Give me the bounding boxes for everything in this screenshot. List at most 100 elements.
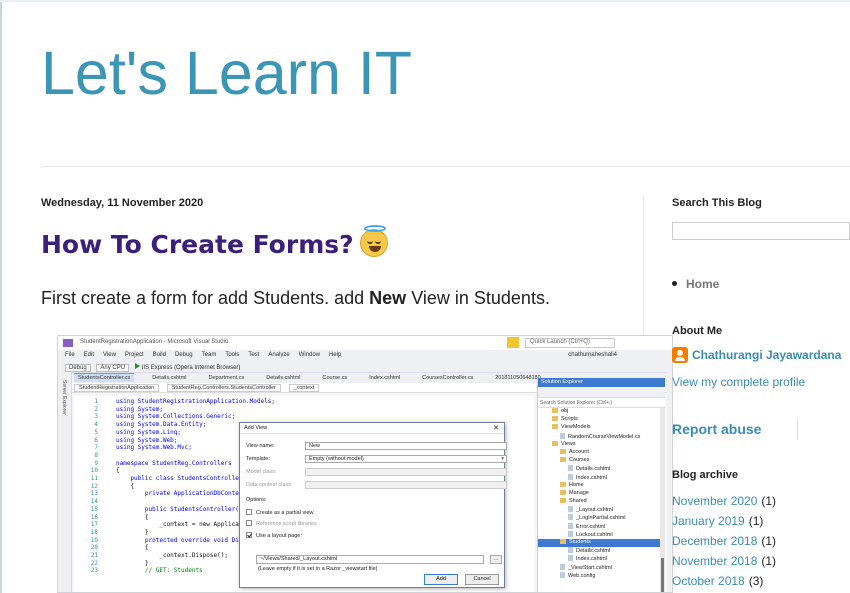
file-icon [560,432,565,439]
code-line: { [116,544,149,552]
post-screenshot-image[interactable]: StudentRegistrationApplication - Microso… [57,335,673,593]
use-layout-option: Use a layout page: [246,532,302,541]
view-profile-link[interactable]: View my complete profile [672,375,805,389]
code-line-number: 21 [90,552,98,559]
solution-tree-label: _LoginPartial.cshtml [576,515,626,522]
model-class-select [305,468,507,476]
vs-menu-test: Test [248,352,260,358]
solution-tree-item: Account [538,448,665,457]
solution-tree-item: RandomCourseViewModel.cs [538,432,665,441]
code-line: // GET: Students [116,567,203,575]
vs-menu-analyze: Analyze [268,352,290,358]
solution-explorer-scrollbar [660,408,665,592]
vs-toolbar: Debug Any CPU IIS Express (Opera Interne… [58,361,672,373]
archive-item[interactable]: December 2018 (1) [672,534,776,554]
solution-tree-item: Error.cshtml [538,522,665,531]
blog-title[interactable]: Let's Learn IT [41,38,412,108]
about-heading: About Me [672,325,723,337]
model-class-label: Model class: [246,469,277,475]
ref-scripts-label: Reference script libraries [256,521,317,527]
file-icon [560,571,565,578]
code-line: _context.Dispose(); [116,552,228,559]
template-label: Template: [246,456,270,462]
vs-tab: Department.cs [208,375,245,381]
code-line-number: 6 [94,436,98,444]
folder-icon [560,498,566,504]
archive-heading: Blog archive [672,469,739,481]
code-line-number: 7 [94,444,98,452]
use-layout-checkbox [246,532,252,538]
code-line-number: 11 [90,475,98,482]
report-abuse-link[interactable]: Report abuse [672,421,761,437]
add-view-dialog: Add View ✕ View name: New Template: Empty (… [239,422,507,588]
code-line: using System; [116,405,163,413]
solution-tree-label: obj [561,408,569,414]
vs-menu-debug: Debug [174,352,193,358]
archive-item[interactable]: October 2018 (3) [672,574,776,593]
folder-icon [552,424,558,430]
archive-link[interactable]: October 2018 [672,574,745,588]
post-title[interactable]: How To Create Forms? [41,225,388,259]
code-line-number: 14 [90,498,98,506]
browse-button: ... [490,555,502,564]
code-line-number: 8 [94,451,98,459]
vs-tab: Details.cshtml [266,375,301,381]
notification-flag-icon [507,337,519,348]
bullet-icon [672,281,677,286]
solution-tree-item: _ViewStart.cshtml [538,563,665,572]
solution-tree-item: Courses [538,457,665,465]
file-icon [568,522,573,529]
vs-menu-edit: Edit [83,352,95,358]
code-line-number: 3 [94,413,98,421]
folder-icon [560,489,566,495]
solution-tree-item: Details.cshtml [538,465,665,473]
archive-item[interactable]: November 2018 (1) [672,554,776,574]
solution-tree-item: Details.cshtml [538,547,665,555]
report-divider [797,420,798,440]
page-link-label[interactable]: Home [686,277,719,291]
archive-link[interactable]: November 2020 [672,494,757,508]
profile-name-link[interactable]: Chathurangi Jayawardana [692,348,841,362]
solution-explorer-toolbar [538,387,665,398]
solution-tree-item: _LoginPartial.cshtml [538,514,665,522]
use-layout-label: Use a layout page: [256,533,302,539]
folder-icon [560,448,566,454]
blogger-profile-icon[interactable] [672,347,688,363]
model-class-row: Model class: [246,468,507,478]
solution-tree-label: Details.cshtml [576,466,611,473]
vs-nav-member: _context [288,384,320,392]
archive-link[interactable]: December 2018 [672,534,757,548]
folder-icon [560,539,566,544]
code-line: _context = new Application [116,521,254,529]
code-line: using System.Collections.Generic; [116,413,236,421]
code-line: public StudentsController() [116,505,243,513]
archive-count: (1) [748,514,764,528]
solution-tree-item: Shared [538,498,665,506]
vs-quick-launch: Quick Launch (Ctrl+Q) [525,338,615,348]
window-top-edge [0,0,850,2]
search-input[interactable] [672,222,850,240]
solution-tree-label: Scripts [561,416,578,423]
post-title-text[interactable]: How To Create Forms? [41,230,354,259]
archive-item[interactable]: January 2019 (1) [672,514,776,534]
view-name-field: New [305,442,507,450]
archive-link[interactable]: November 2018 [672,554,757,568]
archive-item[interactable]: November 2020 (1) [672,494,776,514]
post-body-end: View in Students. [406,288,550,308]
code-line-number: 1 [94,398,98,405]
page-link-home[interactable]: Home [672,277,719,291]
code-line: public class StudentsController : C [116,475,257,482]
code-line-number: 13 [90,490,98,498]
vs-nav-class: StudentReg.Controllers.StudentsControlle… [166,384,282,392]
view-name-label: View name: [246,443,275,449]
partial-view-checkbox [246,509,252,515]
solution-tree-item: Lockout.cshtml [538,530,665,539]
code-line: { [116,513,149,521]
vs-menu-help: Help [329,352,342,358]
vs-menu-tools: Tools [225,352,240,358]
code-line-number: 9 [94,459,98,467]
archive-link[interactable]: January 2019 [672,514,745,528]
vs-user-name: chathumaheshali4 [568,352,617,358]
solution-tree-label: Index.cshtml [576,474,607,481]
solution-tree-item: Manage [538,489,665,498]
